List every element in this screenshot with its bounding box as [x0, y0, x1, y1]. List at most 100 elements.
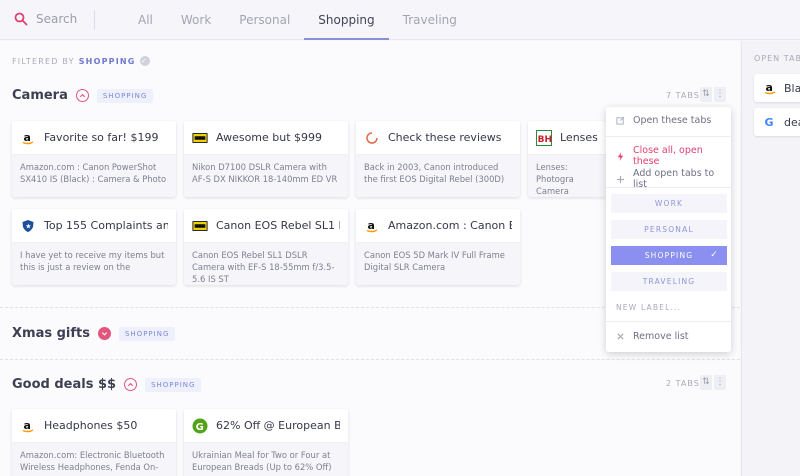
group-label-badge: SHOPPING	[96, 88, 154, 103]
menu-item-remove-list[interactable]: Remove list	[606, 331, 731, 342]
shield-icon: ★	[20, 218, 36, 234]
group-header-xmas: Xmas gifts SHOPPING	[12, 326, 176, 341]
card-title: Canon EOS Rebel SL1 D	[216, 219, 340, 232]
svg-text:G: G	[196, 422, 204, 433]
sort-icon[interactable]: ⇅	[700, 87, 712, 102]
group-title[interactable]: Good deals $$	[12, 377, 116, 392]
group-separator	[0, 359, 740, 360]
menu-item-close-all[interactable]: Close all, open these	[606, 145, 731, 167]
more-icon[interactable]: ⋮	[714, 375, 726, 390]
label-option-text: SHOPPING	[644, 251, 694, 260]
card-title: Top 155 Complaints and	[44, 219, 168, 232]
chevron-up-icon[interactable]	[124, 378, 138, 391]
new-label-input[interactable]: NEW LABEL...	[616, 303, 681, 312]
tab-shopping[interactable]: Shopping	[304, 0, 389, 40]
filter-indicator: FILTERED BY SHOPPING ✓	[12, 56, 150, 66]
search-label: Search	[36, 12, 78, 26]
loading-icon	[364, 130, 380, 146]
tab-count: 2 TABS	[666, 379, 700, 388]
tab-card[interactable]: G 62% Off @ European B Ukrainian Meal for…	[184, 409, 348, 476]
menu-item-open-tabs[interactable]: Open these tabs	[606, 115, 731, 126]
card-title: Headphones $50	[44, 419, 138, 432]
amazon-icon: a	[20, 418, 36, 434]
menu-item-label: Open these tabs	[633, 115, 712, 126]
card-description: Back in 2003, Canon introduced the first…	[356, 155, 520, 197]
group-label-badge: SHOPPING	[145, 377, 202, 392]
tab-all[interactable]: All	[124, 0, 167, 40]
card-description: Canon EOS 5D Mark IV Full Frame Digital …	[356, 243, 520, 285]
group-label-badge: SHOPPING	[118, 326, 176, 341]
tab-count: 7 TABS	[666, 91, 700, 100]
open-tabs-panel: OPEN TABS a Black G deal	[741, 41, 800, 476]
filter-tag[interactable]: SHOPPING	[79, 57, 136, 66]
label-option-work[interactable]: WORK	[611, 194, 727, 213]
svg-text:a: a	[766, 81, 773, 94]
groupon-icon: G	[192, 418, 208, 434]
card-title: Awesome but $999	[216, 131, 323, 144]
check-icon[interactable]: ✓	[139, 56, 150, 66]
group-header-good-deals: Good deals $$ SHOPPING	[12, 377, 202, 392]
tab-card[interactable]: Check these reviews Back in 2003, Canon …	[356, 121, 520, 197]
svg-text:a: a	[24, 131, 31, 144]
amazon-icon: a	[364, 218, 380, 234]
tab-card[interactable]: Canon EOS Rebel SL1 D Canon EOS Rebel SL…	[184, 209, 348, 285]
card-title: Favorite so far! $199	[44, 131, 159, 144]
card-title: 62% Off @ European B	[216, 419, 340, 432]
card-description: Ukrainian Meal for Two or Four at Europe…	[184, 443, 348, 476]
amazon-icon: a	[762, 80, 778, 96]
svg-text:★: ★	[25, 222, 31, 230]
menu-separator	[606, 187, 731, 188]
tab-card[interactable]: ★ Top 155 Complaints and I have yet to re…	[12, 209, 176, 285]
check-icon: ✓	[710, 250, 719, 260]
chevron-up-icon[interactable]	[75, 89, 89, 102]
search-box[interactable]: Search	[14, 12, 77, 26]
group-title[interactable]: Xmas gifts	[12, 326, 90, 341]
menu-item-label: Close all, open these	[633, 145, 703, 167]
svg-text:G: G	[765, 116, 774, 129]
tab-card[interactable]: a Favorite so far! $199 Amazon.com : Cano…	[12, 121, 176, 197]
tab-card[interactable]: BH Lenses: F Lenses: Photogra Camera Lens…	[528, 121, 606, 197]
tab-card[interactable]: a Amazon.com : Canon EO Canon EOS 5D Mark…	[356, 209, 520, 285]
bh-icon: BH	[536, 129, 552, 146]
menu-separator	[606, 136, 731, 137]
tab-card[interactable]: Awesome but $999 Nikon D7100 DSLR Camera…	[184, 121, 348, 197]
label-option-shopping[interactable]: SHOPPING ✓	[611, 246, 727, 265]
menu-item-label: Remove list	[633, 331, 689, 342]
card-description: I have yet to receive my items but this …	[12, 243, 176, 285]
card-description: Amazon.com : Canon PowerShot SX410 IS (B…	[12, 155, 176, 197]
tab-traveling[interactable]: Traveling	[389, 0, 471, 40]
amazon-icon: a	[20, 130, 36, 146]
label-option-traveling[interactable]: TRAVELING	[611, 272, 727, 291]
plus-icon	[616, 175, 625, 183]
lightning-icon	[617, 151, 624, 161]
card-description: Amazon.com: Electronic Bluetooth Wireles…	[12, 443, 176, 476]
svg-text:BH: BH	[538, 135, 552, 145]
card-title: Check these reviews	[388, 131, 502, 144]
more-icon[interactable]: ⋮	[714, 87, 726, 102]
list-options-menu: Open these tabs Close all, open these Ad…	[606, 107, 731, 352]
tab-work[interactable]: Work	[167, 0, 225, 40]
label-tabs: All Work Personal Shopping Traveling	[124, 0, 471, 40]
label-option-personal[interactable]: PERSONAL	[611, 220, 727, 239]
close-icon	[617, 333, 624, 340]
card-description: Nikon D7100 DSLR Camera with AF-S DX NIK…	[184, 155, 348, 197]
bestbuy-icon	[192, 218, 208, 234]
top-bar: Search All Work Personal Shopping Travel…	[0, 0, 800, 40]
group-title[interactable]: Camera	[12, 88, 68, 103]
open-tab-item[interactable]: a Black	[754, 74, 800, 102]
card-title: Amazon.com : Canon EO	[388, 219, 512, 232]
open-tab-title: Black	[784, 81, 800, 95]
tab-card[interactable]: a Headphones $50 Amazon.com: Electronic B…	[12, 409, 176, 476]
search-icon	[14, 12, 28, 26]
chevron-down-icon[interactable]	[97, 327, 111, 340]
svg-text:a: a	[368, 219, 375, 232]
header-divider	[94, 10, 95, 30]
tab-personal[interactable]: Personal	[225, 0, 304, 40]
svg-text:a: a	[24, 419, 31, 432]
external-link-icon	[616, 116, 625, 125]
open-tab-item[interactable]: G deal	[754, 108, 800, 136]
panel-heading: OPEN TABS	[754, 54, 800, 63]
google-icon: G	[762, 114, 778, 130]
card-title: Lenses: F	[560, 131, 598, 144]
sort-icon[interactable]: ⇅	[700, 375, 712, 390]
